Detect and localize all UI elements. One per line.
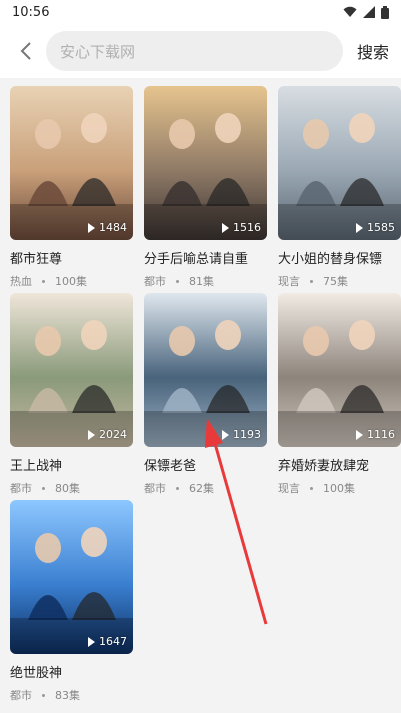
play-icon (222, 429, 229, 440)
drama-episodes: 100集 (55, 275, 87, 288)
separator-dot (310, 486, 313, 490)
cover-image (10, 293, 133, 447)
cover-image (278, 293, 401, 447)
drama-genre: 现言 (278, 275, 300, 288)
drama-title[interactable]: 大小姐的替身保镖 (278, 248, 401, 267)
play-count-value: 1484 (99, 221, 127, 234)
drama-episodes: 75集 (323, 275, 348, 288)
drama-cover[interactable]: 1484 (10, 86, 133, 240)
drama-title[interactable]: 王上战神 (10, 455, 133, 474)
separator-dot (42, 693, 45, 697)
play-count-value: 2024 (99, 428, 127, 441)
cover-image (144, 86, 267, 240)
cover-image (10, 86, 133, 240)
search-placeholder: 安心下载网 (60, 42, 136, 61)
separator-dot (42, 486, 45, 490)
play-count: 1116 (356, 428, 395, 441)
play-icon (222, 222, 229, 233)
drama-cover[interactable]: 1516 (144, 86, 267, 240)
drama-meta: 都市 80集 (10, 480, 133, 496)
chevron-left-icon (20, 42, 31, 60)
drama-episodes: 80集 (55, 482, 80, 495)
drama-episodes: 83集 (55, 689, 80, 702)
drama-genre: 都市 (10, 482, 32, 495)
drama-meta: 热血 100集 (10, 273, 133, 289)
drama-card[interactable]: 1585 大小姐的替身保镖 现言 75集 (278, 86, 401, 293)
drama-meta: 都市 81集 (144, 273, 267, 289)
play-count-value: 1647 (99, 635, 127, 648)
signal-icon (363, 6, 375, 18)
play-icon (88, 222, 95, 233)
play-count: 1647 (88, 635, 127, 648)
play-count-value: 1516 (233, 221, 261, 234)
drama-title[interactable]: 保镖老爸 (144, 455, 267, 474)
drama-card[interactable]: 2024 王上战神 都市 80集 (10, 293, 133, 500)
search-button[interactable]: 搜索 (357, 39, 389, 63)
drama-card[interactable]: 1484 都市狂尊 热血 100集 (10, 86, 133, 293)
play-icon (88, 429, 95, 440)
play-count: 1193 (222, 428, 261, 441)
battery-icon (381, 5, 389, 19)
drama-genre: 热血 (10, 275, 32, 288)
play-count-value: 1116 (367, 428, 395, 441)
search-header: 安心下载网 搜索 (0, 24, 401, 78)
play-count: 1484 (88, 221, 127, 234)
status-icons (343, 5, 389, 19)
drama-grid: 1484 都市狂尊 热血 100集 1516 分手后喻总请自重 都市 81集 1… (10, 86, 401, 707)
wifi-icon (343, 6, 357, 17)
drama-genre: 都市 (144, 482, 166, 495)
cover-image (278, 86, 401, 240)
drama-card[interactable]: 1516 分手后喻总请自重 都市 81集 (144, 86, 267, 293)
cover-image (144, 293, 267, 447)
drama-title[interactable]: 弃婚娇妻放肆宠 (278, 455, 401, 474)
drama-cover[interactable]: 1647 (10, 500, 133, 654)
play-count: 1585 (356, 221, 395, 234)
drama-meta: 都市 62集 (144, 480, 267, 496)
back-button[interactable] (14, 36, 38, 66)
drama-episodes: 81集 (189, 275, 214, 288)
separator-dot (176, 279, 179, 283)
play-count-value: 1585 (367, 221, 395, 234)
drama-meta: 现言 100集 (278, 480, 401, 496)
drama-cover[interactable]: 2024 (10, 293, 133, 447)
drama-card[interactable]: 1193 保镖老爸 都市 62集 (144, 293, 267, 500)
play-count-value: 1193 (233, 428, 261, 441)
drama-episodes: 100集 (323, 482, 355, 495)
play-icon (356, 222, 363, 233)
drama-title[interactable]: 绝世股神 (10, 662, 133, 681)
drama-title[interactable]: 分手后喻总请自重 (144, 248, 267, 267)
separator-dot (42, 279, 45, 283)
drama-cover[interactable]: 1193 (144, 293, 267, 447)
drama-meta: 都市 83集 (10, 687, 133, 703)
drama-genre: 现言 (278, 482, 300, 495)
play-icon (356, 429, 363, 440)
drama-title[interactable]: 都市狂尊 (10, 248, 133, 267)
separator-dot (176, 486, 179, 490)
cover-image (10, 500, 133, 654)
drama-cover[interactable]: 1585 (278, 86, 401, 240)
status-bar: 10:56 (0, 0, 401, 24)
play-count: 1516 (222, 221, 261, 234)
play-count: 2024 (88, 428, 127, 441)
drama-meta: 现言 75集 (278, 273, 401, 289)
search-input[interactable]: 安心下载网 (46, 31, 343, 71)
separator-dot (310, 279, 313, 283)
drama-genre: 都市 (144, 275, 166, 288)
drama-card[interactable]: 1116 弃婚娇妻放肆宠 现言 100集 (278, 293, 401, 500)
status-time: 10:56 (12, 4, 50, 20)
play-icon (88, 636, 95, 647)
drama-card[interactable]: 1647 绝世股神 都市 83集 (10, 500, 133, 707)
drama-episodes: 62集 (189, 482, 214, 495)
drama-cover[interactable]: 1116 (278, 293, 401, 447)
drama-genre: 都市 (10, 689, 32, 702)
